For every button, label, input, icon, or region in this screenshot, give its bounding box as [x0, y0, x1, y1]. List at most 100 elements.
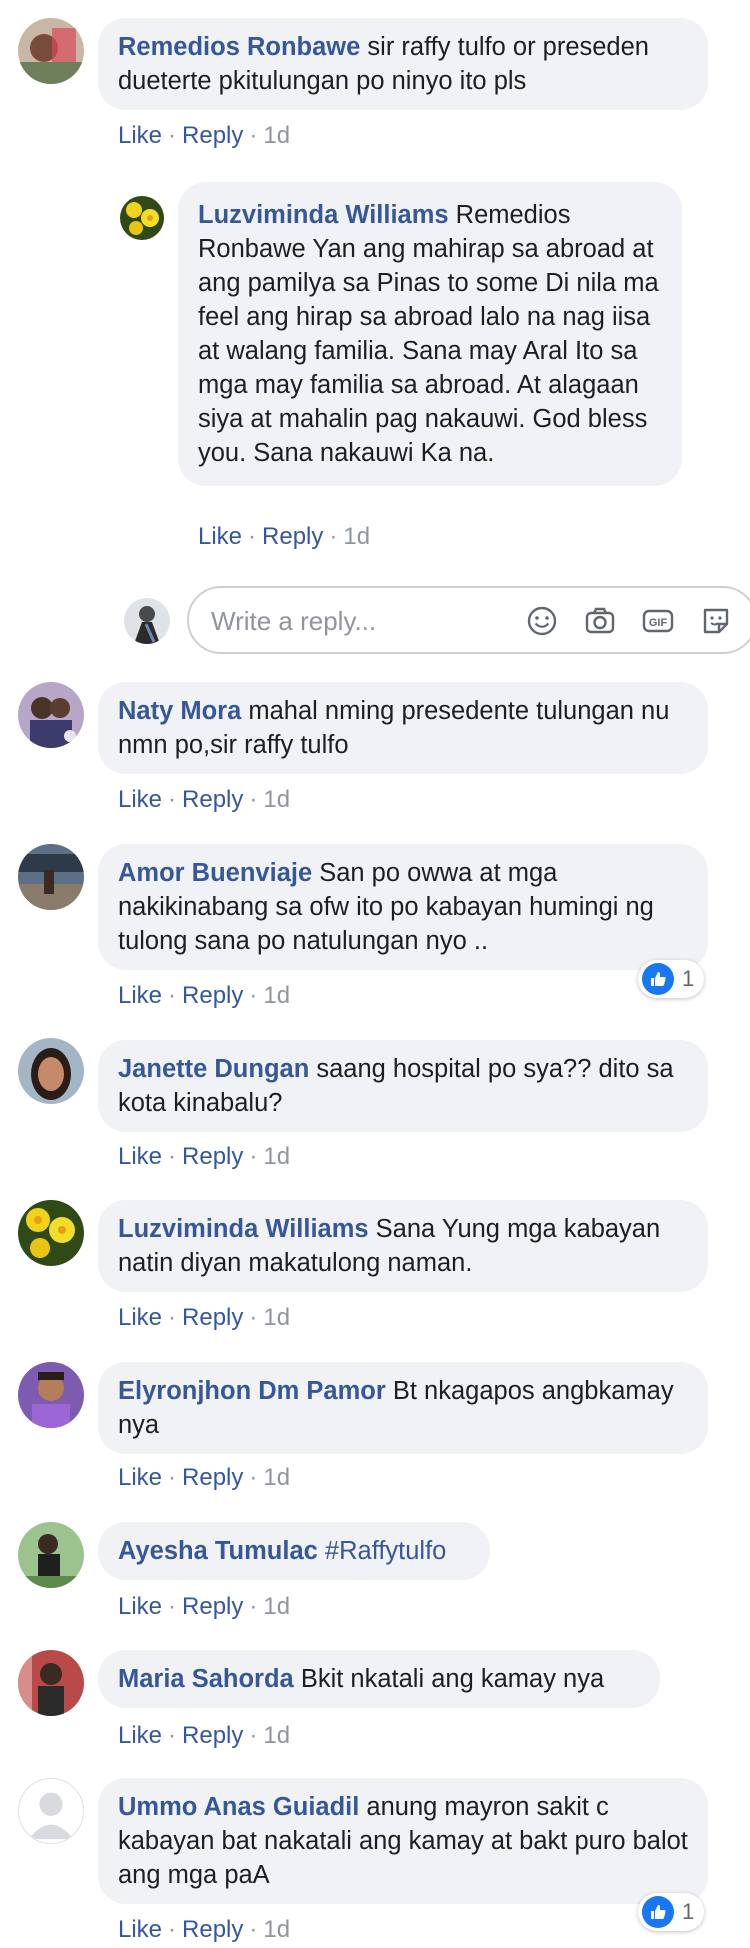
comment-time[interactable]: 1d [263, 786, 290, 813]
comment-time[interactable]: 1d [263, 1916, 290, 1943]
separator: · [249, 122, 258, 149]
like-reaction-icon [642, 963, 674, 995]
like-link[interactable]: Like [118, 1304, 162, 1331]
comment-bubble: Amor Buenviaje San po owwa at mga nakiki… [98, 844, 708, 970]
reply-bubble: Luzviminda Williams Remedios Ronbawe Yan… [178, 182, 682, 486]
avatar[interactable] [18, 18, 84, 84]
reply-link[interactable]: Reply [182, 1143, 243, 1170]
reaction-count[interactable]: 1 [638, 1893, 705, 1931]
comment-time[interactable]: 1d [263, 1722, 290, 1749]
gif-icon[interactable]: GIF [641, 604, 675, 638]
separator: · [168, 982, 177, 1009]
comment-time[interactable]: 1d [263, 1143, 290, 1170]
reply-composer[interactable]: GIF [187, 586, 750, 654]
avatar[interactable] [18, 1200, 84, 1266]
separator: · [249, 786, 258, 813]
comment-actions: Like · Reply · 1d [118, 785, 290, 815]
comment-time[interactable]: 1d [343, 523, 370, 550]
reply-link[interactable]: Reply [182, 1593, 243, 1620]
like-link[interactable]: Like [118, 1593, 162, 1620]
like-link[interactable]: Like [118, 1916, 162, 1943]
comment-author[interactable]: Maria Sahorda [118, 1665, 294, 1693]
separator: · [248, 523, 257, 550]
emoji-icon[interactable] [525, 604, 559, 638]
camera-icon[interactable] [583, 604, 617, 638]
svg-text:GIF: GIF [649, 617, 668, 629]
avatar[interactable] [18, 1650, 84, 1716]
comment-author[interactable]: Remedios Ronbawe [118, 33, 360, 61]
avatar[interactable] [18, 1522, 84, 1588]
separator: · [168, 1916, 177, 1943]
reply-link[interactable]: Reply [182, 982, 243, 1009]
avatar[interactable] [18, 1778, 84, 1844]
like-link[interactable]: Like [118, 1464, 162, 1491]
comment-actions: Like · Reply · 1d [118, 1463, 290, 1493]
like-link[interactable]: Like [118, 1143, 162, 1170]
separator: · [329, 523, 338, 550]
reply-link[interactable]: Reply [262, 523, 323, 550]
reply-link[interactable]: Reply [182, 1304, 243, 1331]
comment-time[interactable]: 1d [263, 1593, 290, 1620]
reply-link[interactable]: Reply [182, 1464, 243, 1491]
comment-time[interactable]: 1d [263, 122, 290, 149]
separator: · [168, 1464, 177, 1491]
comment-author[interactable]: Elyronjhon Dm Pamor [118, 1377, 386, 1405]
comment-actions: Like · Reply · 1d [118, 1142, 290, 1172]
separator: · [168, 786, 177, 813]
separator: · [249, 1464, 258, 1491]
like-link[interactable]: Like [118, 786, 162, 813]
comment-text: Remedios Ronbawe Yan ang mahirap sa abro… [198, 201, 659, 467]
avatar[interactable] [18, 1362, 84, 1428]
comment-actions: Like · Reply · 1d [118, 1592, 290, 1622]
avatar[interactable] [18, 844, 84, 910]
separator: · [249, 1593, 258, 1620]
reaction-count[interactable]: 1 [638, 960, 705, 998]
separator: · [168, 122, 177, 149]
avatar[interactable] [18, 1038, 84, 1104]
separator: · [168, 1304, 177, 1331]
comment-author[interactable]: Ummo Anas Guiadil [118, 1793, 359, 1821]
comment-bubble: Luzviminda Williams Sana Yung mga kabaya… [98, 1200, 708, 1292]
comment-bubble: Naty Mora mahal nming presedente tulunga… [98, 682, 708, 774]
reply-link[interactable]: Reply [182, 786, 243, 813]
like-link[interactable]: Like [118, 1722, 162, 1749]
separator: · [168, 1722, 177, 1749]
comment-time[interactable]: 1d [263, 1464, 290, 1491]
avatar[interactable] [18, 682, 84, 748]
like-reaction-icon [642, 1896, 674, 1928]
comment-actions: Like · Reply · 1d [118, 1303, 290, 1333]
comment-author[interactable]: Naty Mora [118, 697, 241, 725]
reply-link[interactable]: Reply [182, 1722, 243, 1749]
reply-link[interactable]: Reply [182, 1916, 243, 1943]
comment-bubble: Ayesha Tumulac #Raffytulfo [98, 1522, 490, 1580]
comment-author[interactable]: Amor Buenviaje [118, 859, 312, 887]
comment-actions: Like · Reply · 1d [118, 1721, 290, 1751]
sticker-icon[interactable] [699, 604, 733, 638]
avatar[interactable] [120, 196, 164, 240]
comment-actions: Like · Reply · 1d [118, 981, 290, 1011]
comment-author[interactable]: Janette Dungan [118, 1055, 309, 1083]
separator: · [168, 1593, 177, 1620]
comment-time[interactable]: 1d [263, 982, 290, 1009]
reply-link[interactable]: Reply [182, 122, 243, 149]
comment-actions: Like · Reply · 1d [198, 522, 370, 552]
separator: · [249, 982, 258, 1009]
separator: · [249, 1143, 258, 1170]
reply-input[interactable] [209, 602, 513, 640]
like-link[interactable]: Like [118, 982, 162, 1009]
comment-author[interactable]: Luzviminda Williams [118, 1215, 369, 1243]
like-link[interactable]: Like [198, 523, 242, 550]
like-link[interactable]: Like [118, 122, 162, 149]
comment-author[interactable]: Luzviminda Williams [198, 201, 449, 229]
separator: · [249, 1304, 258, 1331]
comment-bubble: Remedios Ronbawe sir raffy tulfo or pres… [98, 18, 708, 110]
hashtag-link[interactable]: #Raffytulfo [318, 1537, 446, 1565]
separator: · [249, 1722, 258, 1749]
current-user-avatar [124, 598, 170, 644]
comment-time[interactable]: 1d [263, 1304, 290, 1331]
comment-text: Bkit nkatali ang kamay nya [293, 1665, 605, 1693]
comment-bubble: Elyronjhon Dm Pamor Bt nkagapos angbkama… [98, 1362, 708, 1454]
comment-author[interactable]: Ayesha Tumulac [118, 1537, 318, 1565]
reaction-number: 1 [682, 1899, 695, 1924]
comment-bubble: Maria Sahorda Bkit nkatali ang kamay nya [98, 1650, 660, 1708]
